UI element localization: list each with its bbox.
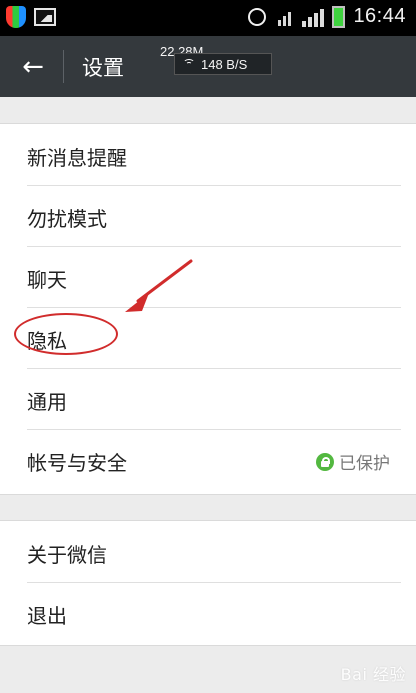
settings-item-label: 勿扰模式: [27, 207, 107, 231]
settings-item-general[interactable]: 通用: [0, 368, 416, 429]
network-speed: 148 B/S: [201, 56, 248, 72]
account-protected-status: 已保护: [316, 449, 390, 474]
settings-item-chat[interactable]: 聊天: [0, 246, 416, 307]
alarm-icon: [248, 7, 267, 26]
settings-item-logout[interactable]: 退出: [0, 582, 416, 643]
status-time: 16:44: [353, 5, 406, 27]
settings-item-privacy[interactable]: 隐私: [0, 307, 416, 368]
settings-item-new-message[interactable]: 新消息提醒: [0, 124, 416, 185]
speed-wifi-icon: [183, 58, 195, 70]
status-bar: 16:44: [0, 0, 416, 36]
settings-item-label: 聊天: [27, 268, 67, 292]
settings-item-label: 关于微信: [27, 543, 107, 567]
settings-group-primary: 新消息提醒 勿扰模式 聊天 隐私 通用 帐号与安全 已保护: [0, 123, 416, 495]
lock-icon: [316, 452, 334, 471]
network-speed-overlay: 148 B/S: [174, 53, 272, 75]
protected-label: 已保护: [339, 454, 390, 474]
action-bar-divider: [63, 50, 64, 83]
settings-item-label: 帐号与安全: [27, 451, 127, 475]
back-button[interactable]: ←: [18, 52, 48, 82]
action-bar: ← 设置 22.28M 148 B/S: [0, 36, 416, 97]
wifi-icon: [274, 8, 294, 26]
back-arrow-icon: ←: [22, 52, 44, 82]
settings-item-label: 新消息提醒: [27, 146, 127, 170]
settings-item-label: 隐私: [27, 329, 67, 353]
signal-icon: [302, 7, 325, 27]
baidu-watermark: Bai 经验: [340, 665, 406, 684]
status-right-icons: 16:44: [248, 5, 406, 28]
settings-item-label: 退出: [27, 604, 67, 628]
settings-group-secondary: 关于微信 退出: [0, 520, 416, 646]
settings-item-label: 通用: [27, 390, 67, 414]
status-left-icons: [6, 6, 56, 28]
settings-item-do-not-disturb[interactable]: 勿扰模式: [0, 185, 416, 246]
page-title: 设置: [82, 56, 124, 80]
battery-icon: [332, 5, 346, 28]
security-shield-icon: [6, 6, 26, 28]
gallery-icon: [34, 8, 56, 26]
settings-item-account-security[interactable]: 帐号与安全 已保护: [0, 429, 416, 490]
settings-item-about-wechat[interactable]: 关于微信: [0, 521, 416, 582]
